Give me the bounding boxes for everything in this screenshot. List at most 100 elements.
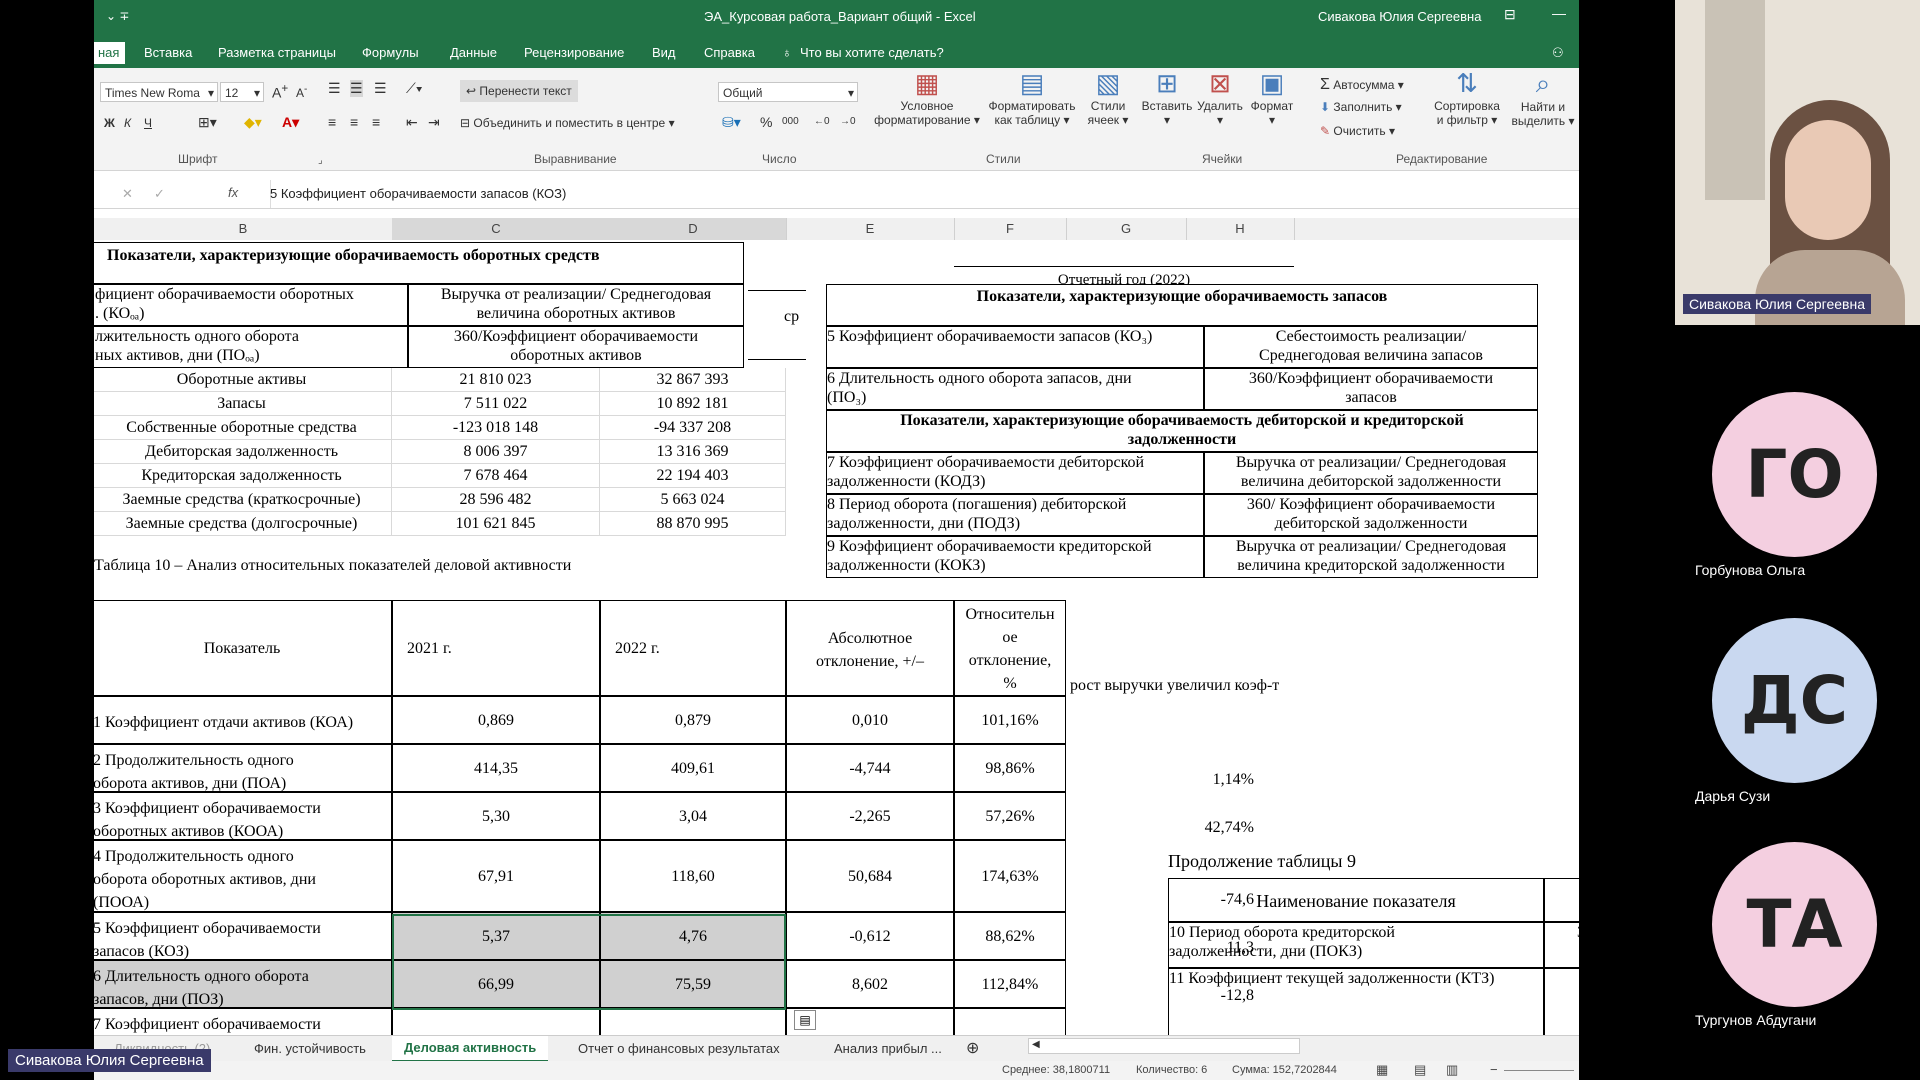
merge-center-button[interactable]: ⊟ Объединить и поместить в центре ▾: [460, 116, 675, 130]
tab-page-layout[interactable]: Разметка страницы: [218, 45, 336, 60]
thousands-icon[interactable]: 000: [782, 116, 799, 127]
table10-row-label[interactable]: 4 Продолжительность одного оборота оборо…: [94, 840, 392, 912]
table10-row-note-value[interactable]: [1144, 1016, 1254, 1035]
table10-row-abs[interactable]: -2,265: [786, 792, 954, 840]
upper-row-label[interactable]: Кредиторская задолженность: [94, 464, 392, 488]
number-format-select[interactable]: Общий ▾: [718, 82, 858, 102]
upper-row-2021[interactable]: 7 511 022: [392, 392, 600, 416]
currency-icon[interactable]: ⛁▾: [722, 114, 741, 131]
table10-row-rel[interactable]: 98,86%: [954, 744, 1066, 792]
scroll-left-icon[interactable]: ◀: [1032, 1039, 1040, 1050]
add-sheet-icon[interactable]: ⊕: [966, 1038, 979, 1058]
conditional-formatting-button[interactable]: ▦ Условное форматирование ▾: [874, 68, 980, 127]
upper-row-2021[interactable]: 28 596 482: [392, 488, 600, 512]
horizontal-scrollbar[interactable]: [1028, 1038, 1300, 1054]
page-layout-view-icon[interactable]: ▤: [1414, 1062, 1426, 1078]
insert-cells-button[interactable]: ⊞ Вставить ▾: [1140, 68, 1194, 127]
table10-row-note-value[interactable]: 11,3: [1144, 938, 1254, 960]
font-size-select[interactable]: 12 ▾: [220, 82, 264, 102]
table10-row-rel[interactable]: 88,62%: [954, 912, 1066, 960]
upper-row-label[interactable]: Собственные оборотные средства: [94, 416, 392, 440]
upper-row-label[interactable]: Запасы: [94, 392, 392, 416]
enter-icon[interactable]: ✓: [154, 186, 165, 202]
increase-indent-icon[interactable]: ⇥: [428, 114, 440, 131]
upper-row-2022[interactable]: 32 867 393: [600, 368, 786, 392]
font-dialog-launcher-icon[interactable]: ⌟: [318, 155, 323, 166]
upper-row-2022[interactable]: 13 316 369: [600, 440, 786, 464]
decrease-font-icon[interactable]: A-: [296, 84, 307, 100]
sheet-tab-fin-stability[interactable]: Фин. устойчивость: [254, 1041, 366, 1056]
minimize-icon[interactable]: —: [1552, 5, 1566, 21]
fill-button[interactable]: ⬇ Заполнить ▾: [1320, 100, 1402, 114]
align-center-icon[interactable]: ≡: [350, 114, 358, 130]
ribbon-display-icon[interactable]: ⊟: [1504, 6, 1516, 23]
column-header-g[interactable]: G: [1066, 218, 1187, 240]
cancel-icon[interactable]: ✕: [122, 186, 133, 202]
font-name-select[interactable]: Times New Roma ▾: [100, 82, 218, 102]
upper-row-2021[interactable]: 21 810 023: [392, 368, 600, 392]
table10-row-abs[interactable]: 8,602: [786, 960, 954, 1008]
table10-row-note-value[interactable]: 1,14%: [1144, 770, 1254, 792]
cell-styles-button[interactable]: ▧ Стили ячеек ▾: [1082, 68, 1134, 127]
table10-row-label[interactable]: 5 Коэффициент оборачиваемости запасов (К…: [94, 912, 392, 960]
upper-row-label[interactable]: Дебиторская задолженность: [94, 440, 392, 464]
column-header-f[interactable]: F: [954, 218, 1067, 240]
table10-row-label[interactable]: 6 Длительность одного оборота запасов, д…: [94, 960, 392, 1008]
table10-row-2021[interactable]: 0,869: [392, 696, 600, 744]
quick-access-toolbar[interactable]: ⌄ ∓: [106, 9, 129, 23]
decrease-indent-icon[interactable]: ⇤: [406, 114, 418, 131]
table10-row-note-value[interactable]: [1144, 722, 1254, 744]
align-right-icon[interactable]: ≡: [372, 114, 380, 130]
upper-row-2022[interactable]: 5 663 024: [600, 488, 786, 512]
insert-function-icon[interactable]: fx: [228, 185, 238, 200]
zoom-out-icon[interactable]: −: [1490, 1062, 1498, 1077]
upper-row-2021[interactable]: -123 018 148: [392, 416, 600, 440]
upper-row-label[interactable]: Заемные средства (краткосрочные): [94, 488, 392, 512]
table10-row-2022[interactable]: 409,61: [600, 744, 786, 792]
italic-button[interactable]: К: [124, 116, 131, 130]
align-top-icon[interactable]: ☰: [328, 80, 341, 97]
format-as-table-button[interactable]: ▤ Форматировать как таблицу ▾: [984, 68, 1080, 127]
upper-row-2021[interactable]: 7 678 464: [392, 464, 600, 488]
table10-row-label[interactable]: 1 Коэффициент отдачи активов (КОА): [94, 696, 392, 744]
find-select-button[interactable]: ⌕ Найти и выделить ▾: [1508, 68, 1578, 128]
table10-row-label[interactable]: 7 Коэффициент оборачиваемости: [94, 1008, 392, 1035]
delete-cells-button[interactable]: ⊠ Удалить ▾: [1194, 68, 1246, 127]
formula-input[interactable]: 5 Коэффициент оборачиваемости запасов (К…: [270, 186, 566, 201]
zoom-slider[interactable]: [1504, 1070, 1574, 1071]
normal-view-icon[interactable]: ▦: [1376, 1062, 1388, 1078]
upper-row-2022[interactable]: 88 870 995: [600, 512, 786, 536]
table10-row-abs[interactable]: 50,684: [786, 840, 954, 912]
tab-view[interactable]: Вид: [652, 45, 676, 60]
participant-avatar[interactable]: ГО: [1712, 392, 1877, 557]
sheet-tab-profit-analysis[interactable]: Анализ прибыл ...: [834, 1041, 942, 1056]
table10-row-2021[interactable]: [392, 1008, 600, 1035]
underline-button[interactable]: Ч: [144, 116, 152, 130]
upper-row-2021[interactable]: 8 006 397: [392, 440, 600, 464]
align-left-icon[interactable]: ≡: [328, 114, 336, 130]
column-header-e[interactable]: E: [786, 218, 955, 240]
upper-row-2021[interactable]: 101 621 845: [392, 512, 600, 536]
table10-row-2021[interactable]: 414,35: [392, 744, 600, 792]
quick-analysis-icon[interactable]: ▤: [794, 1010, 816, 1030]
format-cells-button[interactable]: ▣ Формат ▾: [1246, 68, 1298, 127]
sheet-tab-business-activity[interactable]: Деловая активность: [392, 1036, 549, 1062]
share-icon[interactable]: ⚇: [1552, 45, 1564, 61]
tab-formulas[interactable]: Формулы: [362, 45, 419, 60]
sort-filter-button[interactable]: ⇅ Сортировка и фильтр ▾: [1428, 68, 1506, 127]
tab-home[interactable]: ная: [94, 42, 126, 64]
increase-decimal-icon[interactable]: ←0: [814, 116, 830, 127]
column-header-b[interactable]: B: [94, 218, 393, 240]
worksheet-grid[interactable]: Показатели, характеризующие оборачиваемо…: [94, 240, 1579, 1035]
upper-row-2022[interactable]: -94 337 208: [600, 416, 786, 440]
table10-row-note-value[interactable]: -74,6: [1144, 890, 1254, 912]
orientation-icon[interactable]: ⟋▾: [406, 80, 423, 97]
align-bottom-icon[interactable]: ☰: [374, 80, 387, 97]
table10-row-abs[interactable]: 0,010: [786, 696, 954, 744]
table10-row-label[interactable]: 3 Коэффициент оборачиваемости оборотных …: [94, 792, 392, 840]
table10-row-2022[interactable]: 3,04: [600, 792, 786, 840]
table10-row-2021[interactable]: 67,91: [392, 840, 600, 912]
increase-font-icon[interactable]: A+: [272, 82, 288, 101]
table10-row-2022[interactable]: 0,879: [600, 696, 786, 744]
table10-row-note-value[interactable]: -12,8: [1144, 986, 1254, 1008]
